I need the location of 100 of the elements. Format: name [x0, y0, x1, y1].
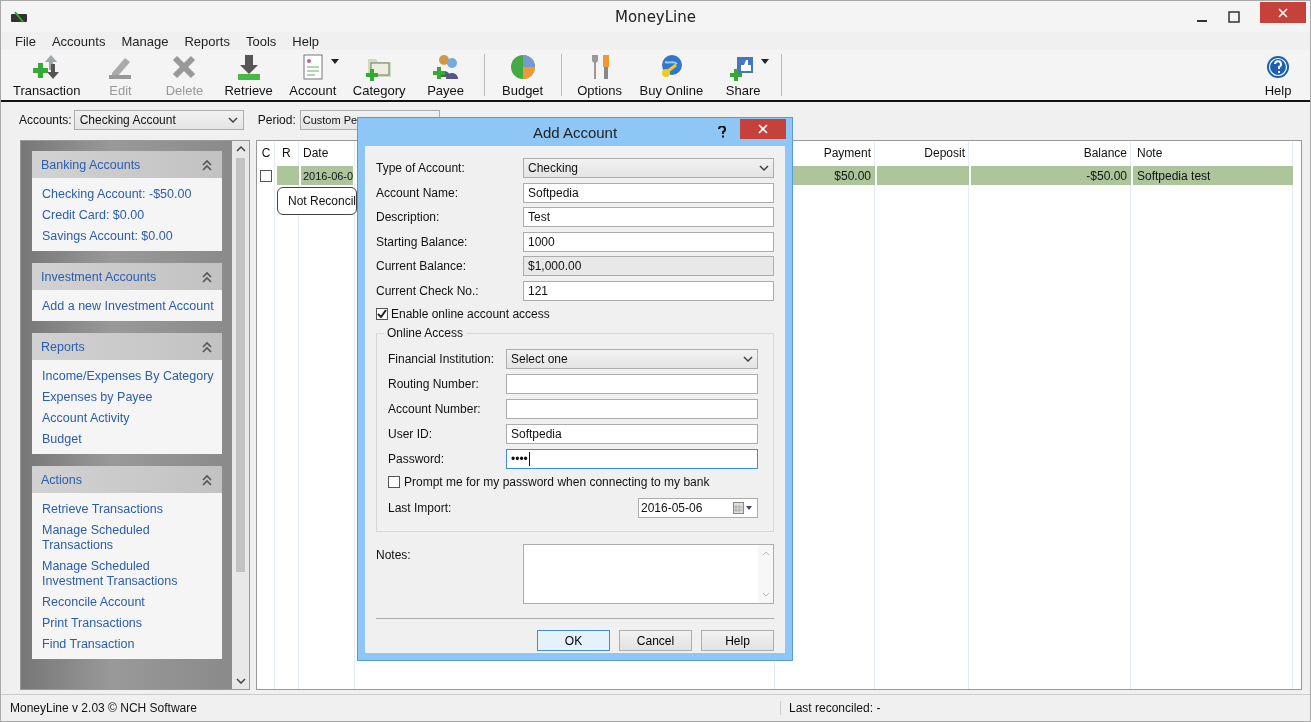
sidebar-link[interactable]: Savings Account: $0.00	[42, 229, 214, 244]
status-text: Last reconciled: -	[788, 701, 881, 715]
sidebar-link[interactable]: Retrieve Transactions	[42, 502, 214, 517]
collapse-icon	[202, 158, 212, 171]
collapse-icon	[202, 340, 212, 353]
field-label: Notes:	[376, 547, 412, 564]
field-label: Current Balance:	[376, 259, 468, 274]
toolbar-button[interactable]: Transaction	[5, 50, 89, 100]
caret-icon[interactable]	[761, 59, 770, 64]
dialog-button[interactable]: Help	[701, 630, 774, 651]
menu-item[interactable]: File	[7, 33, 44, 49]
chevron-up-icon[interactable]	[235, 146, 246, 152]
sidebar-link[interactable]: Print Transactions	[42, 616, 214, 631]
toolbar-button[interactable]: Buy Online	[631, 50, 712, 100]
column-header[interactable]: R	[277, 141, 299, 165]
help-icon[interactable]	[718, 126, 726, 138]
menu-item[interactable]: Help	[284, 33, 328, 49]
chevron-down-icon	[227, 117, 238, 123]
sidebar-link[interactable]: Expenses by Payee	[42, 390, 214, 405]
collapse-icon	[202, 270, 212, 283]
toolbar-button[interactable]: Account	[280, 50, 345, 100]
dialog-title: Add Account	[532, 123, 618, 141]
checkbox[interactable]	[388, 476, 400, 488]
panel-header[interactable]: Investment Accounts	[32, 263, 222, 290]
dialog-button[interactable]: Cancel	[619, 630, 692, 651]
app-icon	[11, 10, 27, 23]
sidebar-link[interactable]: Budget	[42, 432, 214, 447]
dialog-button[interactable]: OK	[537, 630, 610, 651]
column-header[interactable]: Note	[1133, 141, 1293, 165]
input-field[interactable]: Test	[523, 207, 774, 228]
help-button[interactable]: Help	[1246, 50, 1310, 100]
toolbar-button[interactable]: Category	[344, 50, 414, 100]
field-label: Account Number:	[388, 401, 482, 416]
chevron-down-icon	[743, 355, 753, 362]
caret-icon[interactable]	[330, 59, 339, 64]
panel-header[interactable]: Banking Accounts	[32, 151, 222, 178]
input-field[interactable]: 1000	[523, 231, 774, 252]
field-label: Starting Balance:	[376, 234, 469, 249]
accounts-label: Accounts:	[19, 113, 72, 127]
field-label: Type of Account:	[376, 161, 466, 176]
sidebar-link[interactable]: Account Activity	[42, 411, 214, 426]
menu-item[interactable]: Reports	[176, 33, 238, 49]
field-label: Current Check No.:	[376, 283, 480, 298]
checkbox-label: Enable online account access	[391, 307, 550, 321]
column-header[interactable]: Balance	[971, 141, 1131, 165]
field-label: Last Import:	[388, 501, 453, 515]
dropdown[interactable]: Select one	[506, 348, 758, 369]
input-field[interactable]	[506, 373, 758, 394]
calendar-icon[interactable]	[733, 502, 753, 514]
toolbar-button[interactable]: Payee	[413, 50, 478, 100]
group-title: Online Access	[384, 326, 467, 340]
toolbar-button[interactable]: Budget	[490, 50, 555, 100]
sidebar-link[interactable]: Credit Card: $0.00	[42, 208, 214, 223]
maximize-icon[interactable]	[1228, 10, 1240, 23]
password-field[interactable]: ••••	[506, 448, 758, 469]
plus-arrows-icon	[32, 53, 61, 81]
scrollbar[interactable]	[232, 141, 249, 689]
field-label: Routing Number:	[388, 376, 480, 391]
sidebar-link[interactable]: Manage Scheduled Investment Transactions	[42, 559, 214, 589]
chevron-down-icon	[759, 165, 769, 172]
pie-chart-icon	[508, 53, 537, 81]
tooltip: Not Reconcil	[277, 187, 357, 215]
field-label: Password:	[388, 451, 446, 466]
toolbar-button[interactable]: Options	[567, 50, 632, 100]
column-header[interactable]: C	[257, 141, 275, 165]
sidebar-link[interactable]: Checking Account: -$50.00	[42, 187, 214, 202]
sidebar-link[interactable]: Add a new Investment Account	[42, 299, 214, 314]
menu-item[interactable]: Tools	[237, 33, 285, 49]
input-field[interactable]: Softpedia	[506, 423, 758, 444]
chevron-down-icon[interactable]	[235, 678, 246, 684]
date-field[interactable]: 2016-05-06	[638, 498, 758, 518]
toolbar-button[interactable]: Share	[711, 50, 776, 100]
toolbar-button[interactable]: Retrieve	[216, 50, 281, 100]
panel-header[interactable]: Actions	[32, 466, 222, 493]
dropdown[interactable]: Checking	[523, 158, 774, 179]
sidebar-link[interactable]: Manage Scheduled Transactions	[42, 523, 214, 553]
menu-item[interactable]: Manage	[113, 33, 177, 49]
column-header[interactable]: Deposit	[877, 141, 969, 165]
period-label: Period:	[257, 113, 296, 127]
sidebar-link[interactable]: Income/Expenses By Category	[42, 369, 214, 384]
close-icon	[1278, 7, 1288, 18]
row-checkbox[interactable]	[260, 169, 272, 182]
sidebar-link[interactable]: Reconcile Account	[42, 595, 214, 610]
accounts-dropdown[interactable]: Checking Account	[73, 110, 244, 130]
input-field[interactable]: 121	[523, 280, 774, 301]
input-field[interactable]	[506, 398, 758, 419]
close-button[interactable]	[1260, 2, 1306, 23]
close-button[interactable]	[740, 119, 786, 139]
table-cell	[277, 166, 299, 185]
people-plus-icon	[431, 53, 460, 81]
column-header[interactable]: Date	[301, 141, 353, 165]
panel-header[interactable]: Reports	[32, 333, 222, 360]
status-text: MoneyLine v 2.03 © NCH Software	[1, 701, 781, 715]
sidebar-link[interactable]: Find Transaction	[42, 637, 214, 652]
readonly-field: $1,000.00	[523, 256, 774, 277]
help-icon	[1266, 55, 1290, 79]
input-field[interactable]: Softpedia	[523, 182, 774, 203]
checkbox[interactable]	[376, 308, 388, 320]
field-label: Description:	[376, 210, 441, 225]
menu-item[interactable]: Accounts	[43, 33, 114, 49]
